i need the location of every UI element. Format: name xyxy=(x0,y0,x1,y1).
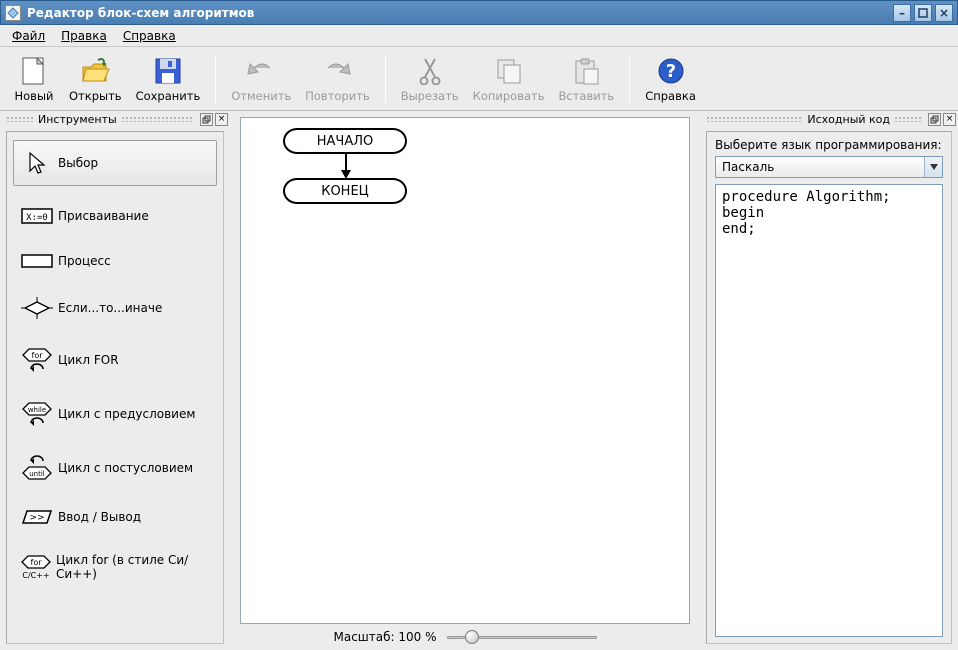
source-panel-close-button[interactable]: × xyxy=(943,113,956,126)
palette-io[interactable]: >> Ввод / Вывод xyxy=(13,502,217,532)
app-icon xyxy=(5,5,21,21)
tools-panel-header: Инструменты × xyxy=(0,111,230,127)
copy-button[interactable]: Копировать xyxy=(466,52,552,106)
language-label: Выберите язык программирования: xyxy=(715,138,943,152)
tools-panel-title: Инструменты xyxy=(38,113,117,126)
zoom-slider[interactable] xyxy=(447,630,597,644)
palette-cfor[interactable]: for C/C++ Цикл for (в стиле Си/Си++) xyxy=(13,546,217,588)
palette-while[interactable]: while Цикл с предусловием xyxy=(13,394,217,434)
palette-process[interactable]: Процесс xyxy=(13,246,217,276)
palette-label: Присваивание xyxy=(58,209,149,223)
while-loop-icon: while xyxy=(20,401,54,427)
toolbar-separator xyxy=(629,55,630,103)
file-new-icon xyxy=(18,55,50,87)
help-button[interactable]: ? Справка xyxy=(638,52,703,106)
close-window-button[interactable]: × xyxy=(935,4,953,22)
svg-text:?: ? xyxy=(665,61,675,82)
source-panel-body: Выберите язык программирования: Паскаль … xyxy=(706,131,952,644)
palette-label: Цикл с постусловием xyxy=(58,461,193,475)
until-loop-icon: until xyxy=(20,455,54,481)
zoom-label: Масштаб: 100 % xyxy=(333,630,436,644)
palette-label: Цикл FOR xyxy=(58,353,119,367)
zoom-slider-thumb[interactable] xyxy=(465,630,479,644)
decision-icon xyxy=(20,297,54,319)
flow-arrow-icon xyxy=(341,154,351,179)
source-panel: Исходный код × Выберите язык программиро… xyxy=(700,111,958,650)
tools-palette: Выбор X:=0 Присваивание Процесс Если...т… xyxy=(6,131,224,644)
canvas-panel: НАЧАЛО КОНЕЦ Масштаб: 100 % xyxy=(230,111,700,650)
menu-edit[interactable]: Правка xyxy=(55,27,113,45)
flow-end-node[interactable]: КОНЕЦ xyxy=(283,178,407,204)
cfor-loop-icon: for C/C++ xyxy=(20,554,52,580)
save-icon xyxy=(152,55,184,87)
source-panel-header: Исходный код × xyxy=(700,111,958,127)
cursor-icon xyxy=(20,151,54,175)
main-toolbar: Новый Открыть Сохранить Отменить По xyxy=(0,47,958,111)
palette-if-else[interactable]: Если...то...иначе xyxy=(13,290,217,326)
palette-label: Ввод / Вывод xyxy=(58,510,141,524)
maximize-button[interactable] xyxy=(914,4,932,22)
palette-label: Цикл с предусловием xyxy=(58,407,195,421)
svg-text:>>: >> xyxy=(29,513,44,523)
tools-panel-close-button[interactable]: × xyxy=(215,113,228,126)
new-button[interactable]: Новый xyxy=(6,52,62,106)
palette-label: Цикл for (в стиле Си/Си++) xyxy=(56,553,210,581)
source-panel-undock-button[interactable] xyxy=(928,113,941,126)
palette-for[interactable]: for Цикл FOR xyxy=(13,340,217,380)
svg-text:C/C++: C/C++ xyxy=(22,571,49,580)
language-select[interactable]: Паскаль xyxy=(715,156,943,178)
palette-select[interactable]: Выбор xyxy=(13,140,217,186)
tools-panel: Инструменты × Выбор X:=0 Присваивание xyxy=(0,111,230,650)
for-loop-icon: for xyxy=(20,347,54,373)
svg-text:X:=0: X:=0 xyxy=(26,213,48,223)
undo-button[interactable]: Отменить xyxy=(224,52,298,106)
flow-start-node[interactable]: НАЧАЛО xyxy=(283,128,407,154)
flowchart-canvas[interactable]: НАЧАЛО КОНЕЦ xyxy=(240,117,690,624)
cut-icon xyxy=(414,55,446,87)
open-button[interactable]: Открыть xyxy=(62,52,129,106)
palette-assign[interactable]: X:=0 Присваивание xyxy=(13,200,217,232)
redo-icon xyxy=(321,55,353,87)
copy-icon xyxy=(493,55,525,87)
minimize-button[interactable]: – xyxy=(893,4,911,22)
folder-open-icon xyxy=(79,55,111,87)
help-icon: ? xyxy=(655,55,687,87)
svg-text:until: until xyxy=(29,470,45,478)
io-icon: >> xyxy=(20,509,54,525)
menu-bar: Файл Правка Справка xyxy=(0,25,958,47)
svg-text:for: for xyxy=(32,351,44,360)
zoom-bar: Масштаб: 100 % xyxy=(230,624,700,650)
palette-until[interactable]: until Цикл с постусловием xyxy=(13,448,217,488)
palette-label: Выбор xyxy=(58,156,98,170)
redo-button[interactable]: Повторить xyxy=(298,52,376,106)
toolbar-separator xyxy=(215,55,216,103)
main-area: Инструменты × Выбор X:=0 Присваивание xyxy=(0,111,958,650)
undo-icon xyxy=(245,55,277,87)
svg-text:while: while xyxy=(28,406,46,414)
paste-icon xyxy=(570,55,602,87)
chevron-down-icon[interactable] xyxy=(924,157,942,177)
svg-text:for: for xyxy=(31,558,43,567)
palette-label: Если...то...иначе xyxy=(58,301,162,315)
source-code[interactable]: procedure Algorithm; begin end; xyxy=(715,184,943,637)
window-title: Редактор блок-схем алгоритмов xyxy=(27,6,890,20)
title-bar: Редактор блок-схем алгоритмов – × xyxy=(0,0,958,25)
language-selected: Паскаль xyxy=(716,157,924,177)
paste-button[interactable]: Вставить xyxy=(552,52,622,106)
menu-help[interactable]: Справка xyxy=(117,27,182,45)
assign-icon: X:=0 xyxy=(20,207,54,225)
save-button[interactable]: Сохранить xyxy=(129,52,208,106)
palette-label: Процесс xyxy=(58,254,111,268)
cut-button[interactable]: Вырезать xyxy=(394,52,466,106)
source-panel-title: Исходный код xyxy=(807,113,890,126)
menu-file[interactable]: Файл xyxy=(6,27,51,45)
tools-panel-undock-button[interactable] xyxy=(200,113,213,126)
toolbar-separator xyxy=(385,55,386,103)
process-icon xyxy=(20,253,54,269)
